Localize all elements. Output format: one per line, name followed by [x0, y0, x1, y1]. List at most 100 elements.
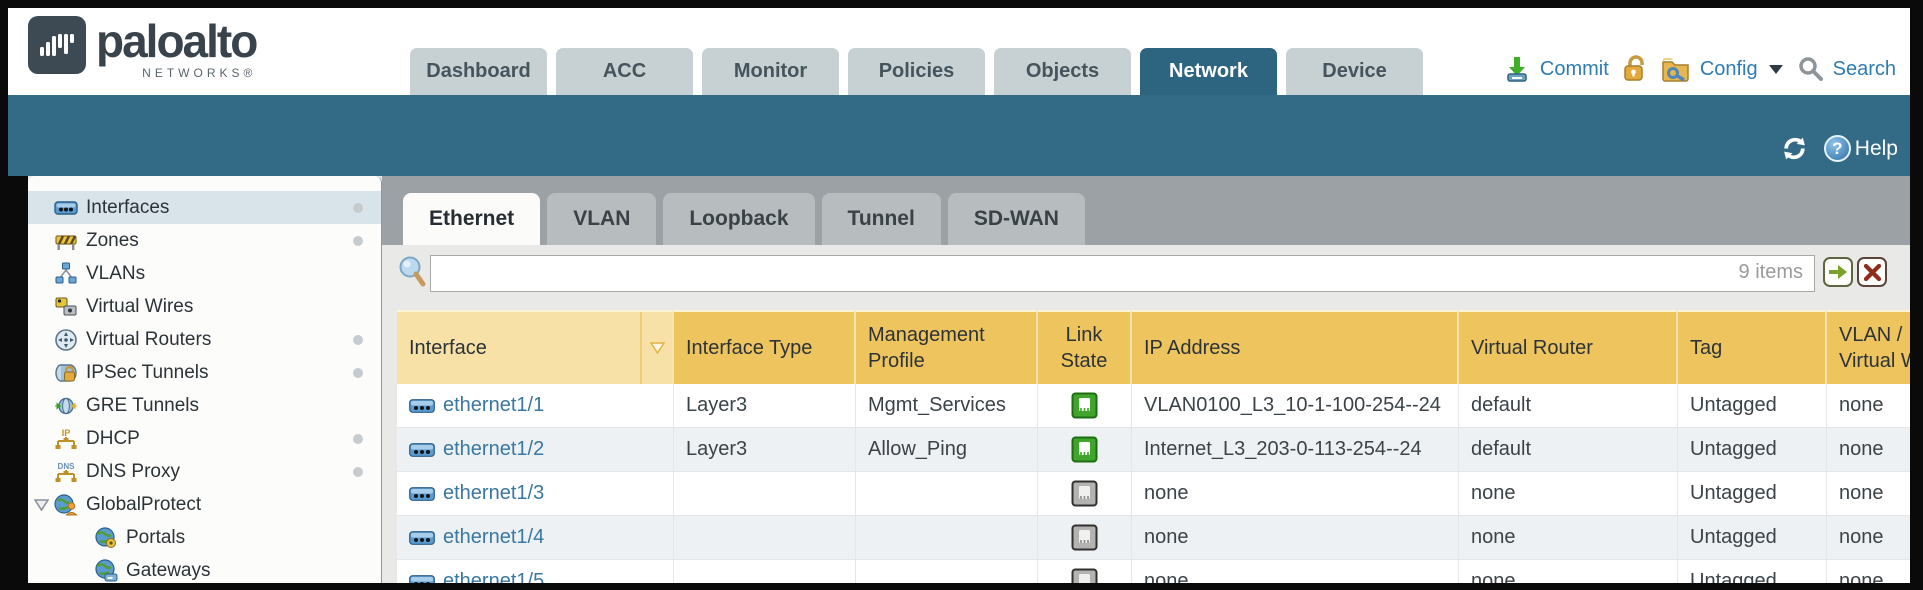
status-dot: [353, 368, 363, 378]
status-dot: [353, 434, 363, 444]
link-state-up-icon[interactable]: [1071, 436, 1098, 463]
panos-web-ui: paloalto NETWORKS® Dashboard ACC Monitor…: [8, 8, 1910, 583]
interface-link[interactable]: ethernet1/4: [443, 526, 544, 549]
col-header-interface-type[interactable]: Interface Type: [674, 310, 856, 384]
col-header-management-profile[interactable]: Management Profile: [856, 310, 1038, 384]
table-header-row: Interface Interface Type Management Prof…: [397, 310, 1910, 384]
link-state-down-icon[interactable]: [1071, 480, 1098, 507]
top-header: paloalto NETWORKS® Dashboard ACC Monitor…: [8, 8, 1910, 95]
tab-policies[interactable]: Policies: [848, 48, 985, 95]
col-header-ip-address[interactable]: IP Address: [1132, 310, 1459, 384]
screenshot-frame: paloalto NETWORKS® Dashboard ACC Monitor…: [0, 0, 1923, 590]
expander-triangle-icon[interactable]: [34, 499, 49, 511]
config-dropdown-caret-icon[interactable]: [1769, 65, 1783, 74]
subtab-tunnel[interactable]: Tunnel: [822, 193, 941, 245]
main-nav: Dashboard ACC Monitor Policies Objects N…: [410, 48, 1423, 95]
ethernet-interface-icon: [409, 575, 435, 584]
filter-search-icon: [397, 255, 427, 289]
filter-input[interactable]: [430, 255, 1815, 292]
left-frame-strip: [8, 176, 28, 583]
status-dot: [353, 467, 363, 477]
apply-filter-button[interactable]: [1823, 257, 1853, 287]
link-state-down-icon[interactable]: [1071, 524, 1098, 551]
dhcp-icon: IP: [54, 427, 78, 451]
tab-device[interactable]: Device: [1286, 48, 1423, 95]
sidebar-item-gateways[interactable]: Gateways: [28, 554, 381, 583]
sidebar-item-gre-tunnels[interactable]: GRE Tunnels: [28, 389, 381, 422]
portals-icon: [94, 526, 118, 550]
col-header-virtual-router[interactable]: Virtual Router: [1459, 310, 1678, 384]
sidebar-item-dhcp[interactable]: IP DHCP: [28, 422, 381, 455]
table-row: ethernet1/1 Layer3 Mgmt_Services VLAN010…: [397, 384, 1910, 428]
subtab-sdwan[interactable]: SD-WAN: [948, 193, 1085, 245]
ethernet-interface-icon: [409, 487, 435, 501]
interfaces-icon: [54, 196, 78, 220]
search-icon: [1798, 56, 1824, 82]
subtab-band: Ethernet VLAN Loopback Tunnel SD-WAN: [382, 176, 1910, 245]
sidebar-item-portals[interactable]: Portals: [28, 521, 381, 554]
col-header-link-state[interactable]: Link State: [1038, 310, 1132, 384]
table-row: ethernet1/3 none none Untagged none: [397, 472, 1910, 516]
header-utilities: Commit C: [1503, 50, 1896, 88]
ipsec-tunnels-icon: [54, 361, 78, 385]
table-row: ethernet1/4 none none Untagged none: [397, 516, 1910, 560]
dns-proxy-icon: DNS: [54, 460, 78, 484]
tab-monitor[interactable]: Monitor: [702, 48, 839, 95]
refresh-icon[interactable]: [1781, 136, 1808, 161]
sort-caret-icon: [650, 342, 665, 354]
ethernet-interface-icon: [409, 531, 435, 545]
interface-link[interactable]: ethernet1/3: [443, 482, 544, 505]
subtab-vlan[interactable]: VLAN: [547, 193, 656, 245]
config-button[interactable]: Config: [1700, 58, 1758, 81]
status-dot: [353, 335, 363, 345]
svg-text:DNS: DNS: [58, 462, 76, 471]
link-state-up-icon[interactable]: [1071, 392, 1098, 419]
lock-icon[interactable]: [1622, 55, 1648, 83]
paloalto-logo-icon: [28, 16, 86, 74]
tab-dashboard[interactable]: Dashboard: [410, 48, 547, 95]
tab-network[interactable]: Network: [1140, 48, 1277, 95]
interface-link[interactable]: ethernet1/2: [443, 438, 544, 461]
sidebar-item-dns-proxy[interactable]: DNS DNS Proxy: [28, 455, 381, 488]
ethernet-interface-icon: [409, 443, 435, 457]
sidebar-item-virtual-routers[interactable]: Virtual Routers: [28, 323, 381, 356]
ethernet-interface-icon: [409, 399, 435, 413]
secondary-bar: ? Help: [8, 95, 1910, 176]
interface-link[interactable]: ethernet1/1: [443, 394, 544, 417]
sidebar-item-globalprotect[interactable]: GlobalProtect: [28, 488, 381, 521]
interface-link[interactable]: ethernet1/5: [443, 570, 544, 583]
brand-subname: NETWORKS®: [96, 66, 256, 80]
clear-filter-button[interactable]: [1857, 257, 1887, 287]
tab-objects[interactable]: Objects: [994, 48, 1131, 95]
gre-tunnels-icon: [54, 394, 78, 418]
help-icon[interactable]: ?: [1824, 135, 1851, 162]
tab-acc[interactable]: ACC: [556, 48, 693, 95]
subtab-ethernet[interactable]: Ethernet: [403, 193, 540, 245]
brand-name: paloalto: [96, 16, 256, 66]
subtab-loopback[interactable]: Loopback: [663, 193, 814, 245]
gateways-icon: [94, 559, 118, 583]
sidebar-item-interfaces[interactable]: Interfaces: [28, 191, 381, 224]
col-header-vlan-virtual-wire[interactable]: VLAN / Virtual Wire: [1827, 310, 1910, 384]
paloalto-logo: paloalto NETWORKS®: [28, 16, 256, 80]
help-label[interactable]: Help: [1855, 137, 1898, 161]
col-header-tag[interactable]: Tag: [1678, 310, 1827, 384]
col-header-interface[interactable]: Interface: [397, 310, 674, 384]
status-dot: [353, 203, 363, 213]
column-menu-trigger[interactable]: [640, 312, 672, 384]
interface-subtabs: Ethernet VLAN Loopback Tunnel SD-WAN: [403, 193, 1085, 245]
table-row: ethernet1/2 Layer3 Allow_Ping Internet_L…: [397, 428, 1910, 472]
search-button[interactable]: Search: [1833, 58, 1896, 81]
sidebar-item-ipsec-tunnels[interactable]: IPSec Tunnels: [28, 356, 381, 389]
network-sidebar: Interfaces Zones VLANs: [28, 176, 382, 583]
ethernet-interfaces-table: Interface Interface Type Management Prof…: [397, 310, 1910, 583]
commit-icon: [1503, 55, 1531, 83]
table-row: ethernet1/5 none none Untagged none: [397, 560, 1910, 583]
config-icon: [1661, 56, 1691, 82]
virtual-routers-icon: [54, 328, 78, 352]
commit-button[interactable]: Commit: [1540, 58, 1609, 81]
link-state-down-icon[interactable]: [1071, 568, 1098, 583]
svg-text:IP: IP: [62, 428, 71, 438]
globalprotect-icon: [54, 493, 78, 517]
filter-row: 9 items: [8, 245, 1910, 310]
